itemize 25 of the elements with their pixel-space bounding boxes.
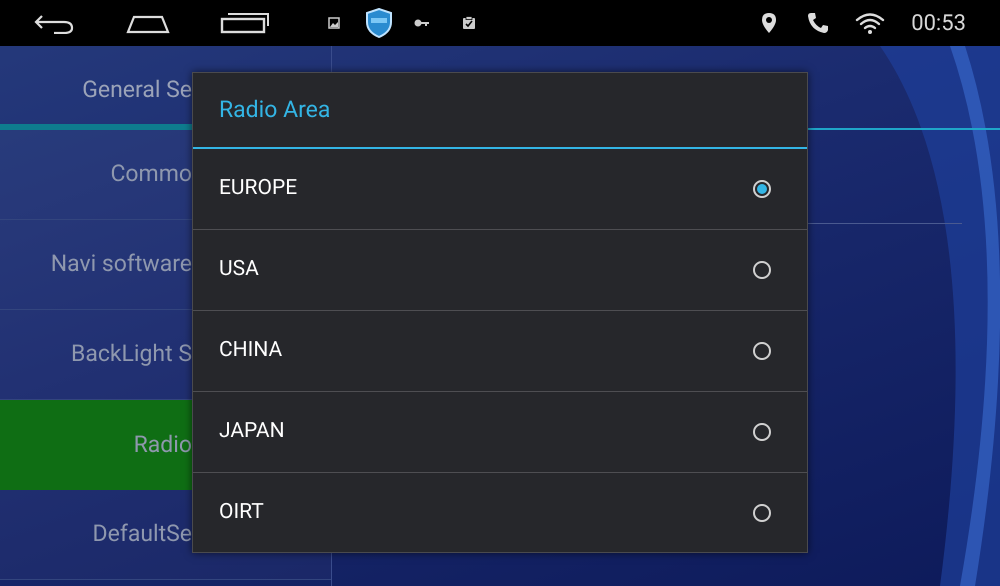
radio-button[interactable]: [753, 261, 771, 279]
radio-option[interactable]: JAPAN: [193, 392, 807, 473]
radio-button[interactable]: [753, 180, 771, 198]
radio-option[interactable]: OIRT: [193, 473, 807, 552]
radio-option[interactable]: USA: [193, 230, 807, 311]
settings-menu-item[interactable]: Commo: [0, 130, 192, 219]
clipboard-check-icon: [462, 16, 476, 30]
clock-time: 00:53: [911, 10, 966, 38]
radio-option[interactable]: EUROPE: [193, 149, 807, 230]
location-pin-icon: [761, 12, 778, 34]
shield-icon: [366, 8, 392, 38]
back-icon[interactable]: [34, 12, 74, 34]
key-icon: [414, 18, 430, 28]
image-icon: [328, 17, 340, 29]
radio-button[interactable]: [753, 423, 771, 441]
settings-menu-item[interactable]: DefaultSe: [0, 490, 192, 579]
radio-button[interactable]: [753, 342, 771, 360]
recents-icon[interactable]: [220, 12, 270, 34]
settings-menu-item[interactable]: Navi software: [0, 220, 192, 309]
radio-button[interactable]: [753, 504, 771, 522]
settings-menu-item[interactable]: BackLight S: [0, 310, 192, 399]
phone-icon: [807, 12, 830, 34]
wifi-icon: [855, 12, 886, 34]
radio-option[interactable]: CHINA: [193, 311, 807, 392]
dialog-title: Radio Area: [219, 94, 330, 125]
